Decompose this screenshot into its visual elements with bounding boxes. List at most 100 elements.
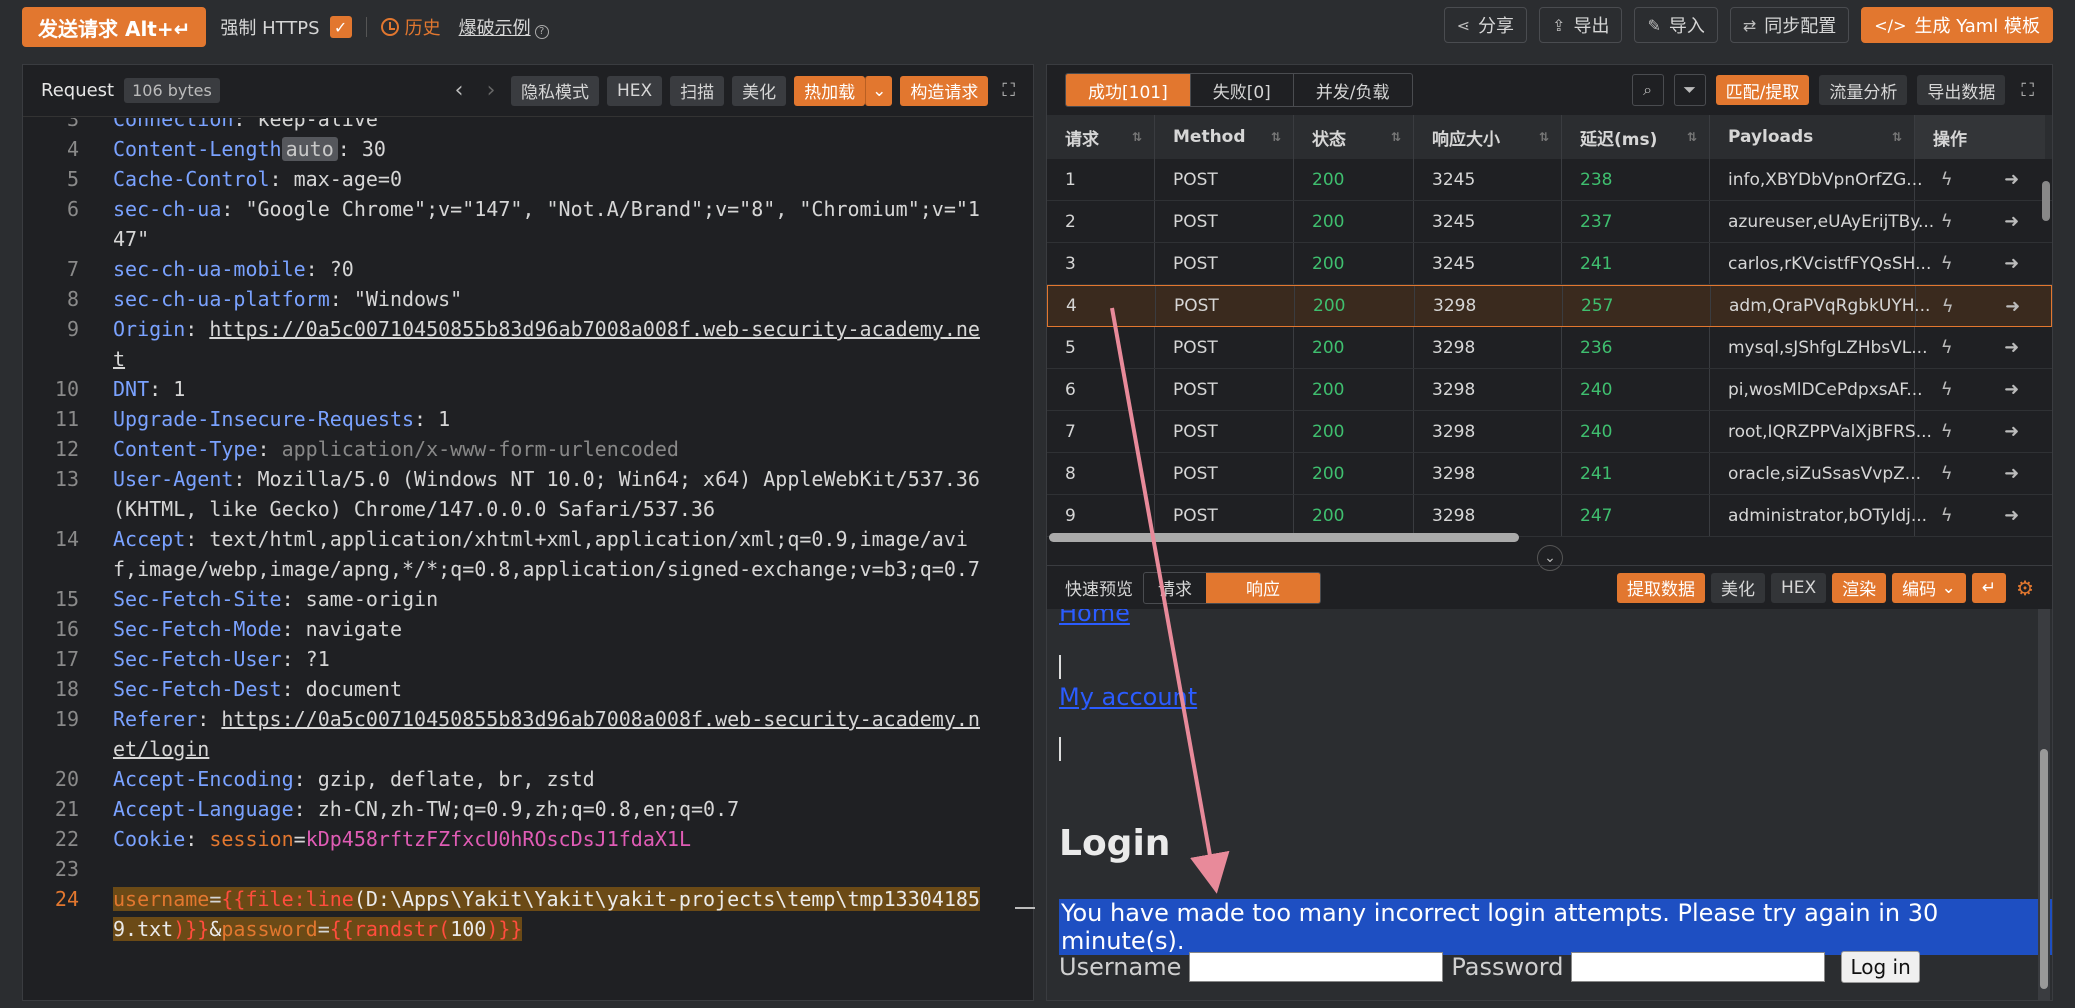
scrollbar-thumb[interactable] [2040, 749, 2048, 989]
share-button[interactable]: ⋖ 分享 [1443, 7, 1528, 43]
render-button[interactable]: 渲染 [1832, 572, 1887, 603]
cookie-value: kDp458rftzFZfxcU0hROscDsJ1fdaX1L [305, 827, 691, 851]
sort-icon[interactable]: ⇅ [1892, 130, 1902, 144]
table-row[interactable]: 8 POST 200 3298 241 oracle,siZuSsasVvpZ... ϟ ➜ [1047, 453, 2052, 495]
wrap-icon[interactable]: ↵ [1971, 572, 2007, 603]
hotload-dropdown[interactable]: ⌄ [865, 75, 893, 106]
my-account-link[interactable]: My account [1059, 683, 1197, 711]
scan-button[interactable]: 扫描 [670, 75, 725, 106]
column-header[interactable]: 响应大小 ⇅ [1414, 115, 1562, 159]
column-header[interactable]: 请求 ⇅ [1047, 115, 1155, 159]
lightning-icon[interactable]: ϟ [1941, 253, 1953, 274]
arrow-circle-icon[interactable]: ➜ [2005, 296, 2020, 317]
request-code-editor[interactable]: 3 Connection: keep-alive 4 Content-Length au… [23, 118, 1023, 1000]
table-cell: adm,QraPVqRgbkUYH... [1711, 286, 1930, 326]
import-button[interactable]: ✎ 导入 [1634, 7, 1718, 43]
sort-icon[interactable]: ⇅ [1391, 130, 1401, 144]
login-button[interactable]: Log in [1841, 951, 1920, 983]
tab-response[interactable]: 响应 [1206, 572, 1320, 603]
table-row[interactable]: 9 POST 200 3298 247 administrator,bOTyIdj... ϟ… [1047, 495, 2052, 537]
lightning-icon[interactable]: ϟ [1942, 296, 1954, 317]
hex-button[interactable]: HEX [606, 75, 663, 106]
column-header[interactable]: Payloads ⇅ [1710, 115, 1915, 159]
extract-data-button[interactable]: 提取数据 [1616, 572, 1705, 603]
search-icon[interactable]: ⌕ [1631, 74, 1664, 106]
lightning-icon[interactable]: ϟ [1941, 463, 1953, 484]
chevron-left-icon[interactable]: ‹ [447, 78, 471, 103]
history-button[interactable]: 历史 [380, 14, 441, 40]
password-field[interactable] [1571, 952, 1826, 982]
preview-scrollbar[interactable] [2038, 609, 2050, 1000]
lightning-icon[interactable]: ϟ [1941, 169, 1953, 190]
gear-icon[interactable]: ⚙ [2016, 576, 2034, 600]
export-button[interactable]: ⇪ 导出 [1539, 7, 1623, 43]
match-extract-button[interactable]: 匹配/提取 [1715, 75, 1810, 105]
tab-success[interactable]: 成功[101] [1066, 74, 1191, 106]
force-https-checkbox[interactable]: ✓ [329, 16, 352, 38]
hotload-button[interactable]: 热加载 [794, 75, 866, 106]
sort-icon[interactable]: ⇅ [1539, 130, 1549, 144]
arrow-circle-icon[interactable]: ➜ [2004, 253, 2019, 274]
encoding-dropdown[interactable]: 编码 ⌄ [1892, 572, 1966, 603]
filter-icon[interactable]: ⏷ [1673, 74, 1706, 106]
hex-button[interactable]: HEX [1770, 572, 1827, 603]
export-data-button[interactable]: 导出数据 [1917, 75, 2006, 105]
header-value[interactable]: https://0a5c00710450855b83d96ab7008a008f… [113, 317, 980, 371]
sync-config-button[interactable]: ⇄ 同步配置 [1729, 7, 1850, 43]
arrow-circle-icon[interactable]: ➜ [2004, 463, 2019, 484]
table-vertical-scrollbar[interactable] [2042, 181, 2050, 221]
home-link[interactable]: Home [1059, 609, 1130, 627]
table-horizontal-scrollbar[interactable] [1049, 533, 1519, 542]
arrow-circle-icon[interactable]: ➜ [2004, 337, 2019, 358]
generate-yaml-button[interactable]: </> 生成 Yaml 模板 [1861, 7, 2053, 43]
tab-request[interactable]: 请求 [1144, 573, 1206, 603]
column-header[interactable]: Method ⇅ [1155, 115, 1294, 159]
table-cell: mysql,sJShfgLZHbsVL... [1710, 327, 1927, 368]
arrow-circle-icon[interactable]: ➜ [2004, 505, 2019, 526]
table-row[interactable]: 7 POST 200 3298 240 root,IQRZPPValXjBFRS... ϟ ➜ [1047, 411, 2052, 453]
fullscreen-icon[interactable]: ⛶ [2021, 80, 2034, 101]
sort-icon[interactable]: ⇅ [1271, 130, 1281, 144]
table-row[interactable]: 2 POST 200 3245 237 azureuser,eUAyErijTBy... ϟ… [1047, 201, 2052, 243]
table-row[interactable]: 5 POST 200 3298 236 mysql,sJShfgLZHbsVL... ϟ ➜ [1047, 327, 2052, 369]
line-number: 13 [54, 467, 79, 491]
tab-concurrency[interactable]: 并发/负载 [1294, 74, 1412, 106]
fuzztag-arg: 100 [450, 917, 487, 941]
column-header[interactable]: 延迟(ms) ⇅ [1562, 115, 1710, 159]
table-row[interactable]: 1 POST 200 3245 238 info,XBYDbVpnOrfZG... ϟ ➜ [1047, 159, 2052, 201]
column-header[interactable]: 状态 ⇅ [1294, 115, 1414, 159]
lightning-icon[interactable]: ϟ [1941, 421, 1953, 442]
beautify-button[interactable]: 美化 [1710, 572, 1765, 603]
separator-bar [1059, 737, 1061, 761]
table-row[interactable]: 3 POST 200 3245 241 carlos,rKVcistfFYQsSH... ϟ… [1047, 243, 2052, 285]
column-header-label: 延迟(ms) [1580, 129, 1658, 150]
tab-fail[interactable]: 失败[0] [1191, 74, 1294, 106]
table-row[interactable]: 4 POST 200 3298 257 adm,QraPVqRgbkUYH... ϟ ➜ [1047, 285, 2052, 327]
lightning-icon[interactable]: ϟ [1941, 337, 1953, 358]
sort-icon[interactable]: ⇅ [1132, 130, 1142, 144]
param-username: username [113, 887, 210, 911]
arrow-circle-icon[interactable]: ➜ [2004, 169, 2019, 190]
construct-request-button[interactable]: 构造请求 [900, 75, 989, 106]
arrow-circle-icon[interactable]: ➜ [2004, 421, 2019, 442]
private-mode-button[interactable]: 隐私模式 [510, 75, 599, 106]
lightning-icon[interactable]: ϟ [1941, 211, 1953, 232]
row-actions: ϟ ➜ [1915, 411, 2045, 452]
arrow-circle-icon[interactable]: ➜ [2004, 379, 2019, 400]
header-value[interactable]: https://0a5c00710450855b83d96ab7008a008f… [113, 707, 980, 761]
table-row[interactable]: 6 POST 200 3298 240 pi,wosMlDCePdpxsAF... ϟ ➜ [1047, 369, 2052, 411]
lightning-icon[interactable]: ϟ [1941, 379, 1953, 400]
username-field[interactable] [1189, 952, 1444, 982]
send-request-button[interactable]: 发送请求 Alt+↵ [22, 7, 207, 47]
lightning-icon[interactable]: ϟ [1941, 505, 1953, 526]
fullscreen-icon[interactable]: ⛶ [1002, 80, 1015, 101]
request-body[interactable]: username={{file:line(D:\Apps\Yakit\Yakit… [93, 884, 983, 944]
column-header[interactable]: 操作 [1915, 115, 2045, 159]
traffic-analysis-button[interactable]: 流量分析 [1819, 75, 1908, 105]
arrow-circle-icon[interactable]: ➜ [2004, 211, 2019, 232]
sort-icon[interactable]: ⇅ [1687, 130, 1697, 144]
chevron-right-icon[interactable]: › [479, 78, 503, 103]
table-cell: 3298 [1415, 286, 1563, 326]
brute-example-link[interactable]: 爆破示例? [459, 14, 549, 40]
beautify-button[interactable]: 美化 [732, 75, 787, 106]
